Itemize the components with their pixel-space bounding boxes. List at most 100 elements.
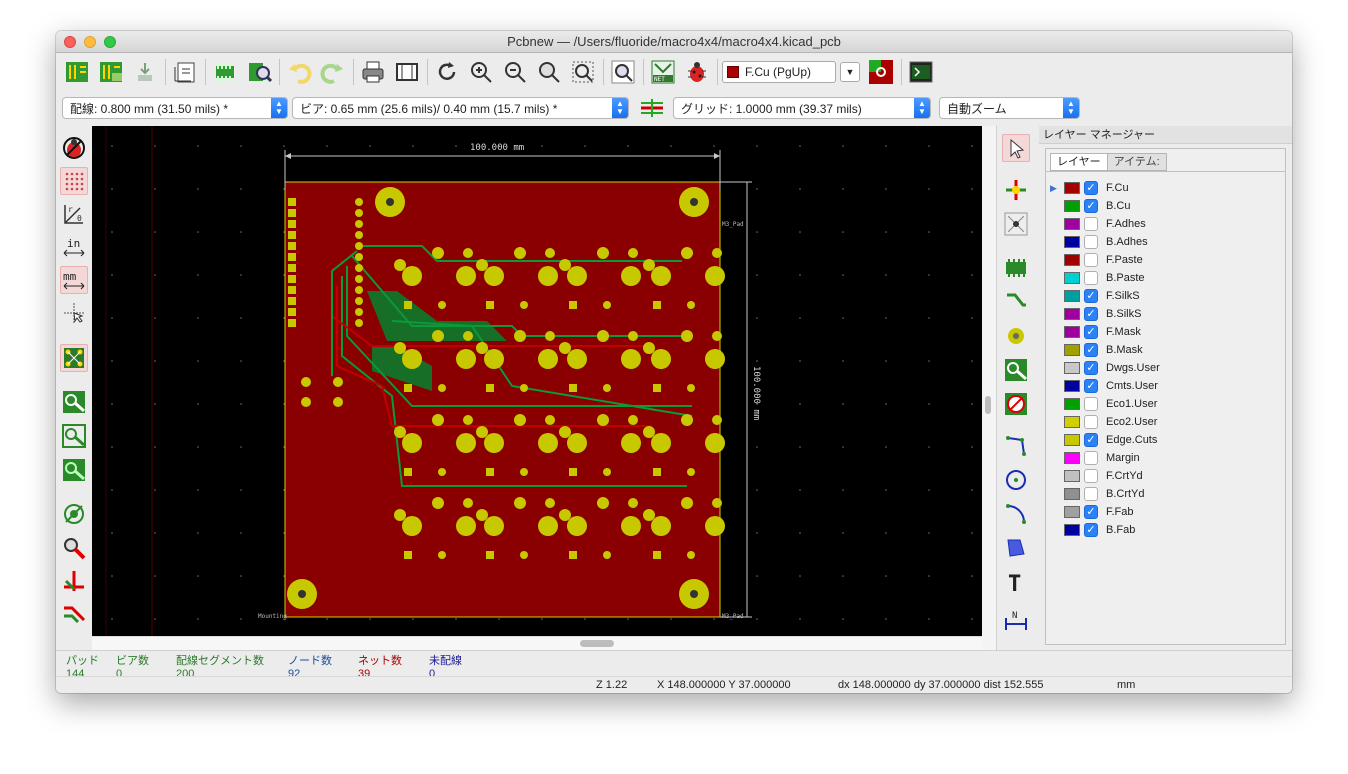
layer-row[interactable]: ✓ Dwgs.User bbox=[1050, 359, 1280, 377]
auto-track-width-icon[interactable] bbox=[637, 93, 667, 123]
find-icon[interactable] bbox=[608, 57, 638, 87]
layer-visibility-checkbox[interactable]: ✓ bbox=[1084, 505, 1098, 519]
zoom-fit-icon[interactable] bbox=[534, 57, 564, 87]
layer-visibility-checkbox[interactable] bbox=[1084, 451, 1098, 465]
select-tool-icon[interactable] bbox=[1002, 134, 1030, 162]
layer-row[interactable]: F.Paste bbox=[1050, 251, 1280, 269]
track-width-select[interactable]: 配線: 0.800 mm (31.50 mils) * ▲ ▼ bbox=[62, 97, 288, 119]
chevron-down-icon[interactable]: ▼ bbox=[840, 62, 860, 82]
active-layer-select[interactable]: F.Cu (PgUp) bbox=[722, 61, 836, 83]
zoom-select[interactable]: 自動ズーム ▲ ▼ bbox=[939, 97, 1080, 119]
layer-visibility-checkbox[interactable]: ✓ bbox=[1084, 379, 1098, 393]
add-dimension-icon[interactable]: N bbox=[1002, 606, 1030, 634]
layer-row[interactable]: ✓ B.Fab bbox=[1050, 521, 1280, 539]
layer-color-swatch[interactable] bbox=[1064, 524, 1080, 536]
add-text-icon[interactable]: T bbox=[1002, 568, 1030, 596]
add-zone-icon[interactable] bbox=[1002, 356, 1030, 384]
horizontal-scroll-thumb[interactable] bbox=[580, 640, 614, 647]
layer-color-swatch[interactable] bbox=[1064, 470, 1080, 482]
layer-visibility-checkbox[interactable]: ✓ bbox=[1084, 343, 1098, 357]
layer-pair-icon[interactable] bbox=[866, 57, 896, 87]
layer-color-swatch[interactable] bbox=[1064, 182, 1080, 194]
scripting-console-icon[interactable] bbox=[906, 57, 936, 87]
plot-icon[interactable] bbox=[392, 57, 422, 87]
layer-row[interactable]: ✓ F.SilkS bbox=[1050, 287, 1280, 305]
layer-color-swatch[interactable] bbox=[1064, 308, 1080, 320]
layer-row[interactable]: ✓ B.Mask bbox=[1050, 341, 1280, 359]
mm-units-icon[interactable]: mm bbox=[60, 266, 88, 294]
pcb-canvas[interactable]: 100.000 mm 100.000 mm M3_Pad M3_Pad Moun… bbox=[92, 126, 982, 636]
netlist-icon[interactable]: NET bbox=[648, 57, 678, 87]
layer-row[interactable]: B.CrtYd bbox=[1050, 485, 1280, 503]
vertical-scrollbar[interactable] bbox=[982, 126, 996, 650]
layer-row[interactable]: ✓ F.Fab bbox=[1050, 503, 1280, 521]
layer-color-swatch[interactable] bbox=[1064, 434, 1080, 446]
layer-color-swatch[interactable] bbox=[1064, 452, 1080, 464]
layer-visibility-checkbox[interactable]: ✓ bbox=[1084, 307, 1098, 321]
layer-visibility-checkbox[interactable]: ✓ bbox=[1084, 289, 1098, 303]
layer-row[interactable]: ✓ B.Cu bbox=[1050, 197, 1280, 215]
cursor-shape-icon[interactable] bbox=[60, 299, 88, 327]
add-polygon-icon[interactable] bbox=[1002, 534, 1030, 562]
tab-items[interactable]: アイテム: bbox=[1106, 153, 1167, 171]
ratsnest-icon[interactable] bbox=[60, 344, 88, 372]
layer-color-swatch[interactable] bbox=[1064, 254, 1080, 266]
undo-icon[interactable] bbox=[284, 57, 314, 87]
layer-visibility-checkbox[interactable] bbox=[1084, 469, 1098, 483]
layer-color-swatch[interactable] bbox=[1064, 506, 1080, 518]
zoom-in-icon[interactable] bbox=[466, 57, 496, 87]
maximize-window-button[interactable] bbox=[104, 36, 116, 48]
pad-sketch-icon[interactable] bbox=[60, 500, 88, 528]
layer-visibility-checkbox[interactable]: ✓ bbox=[1084, 181, 1098, 195]
layer-visibility-checkbox[interactable]: ✓ bbox=[1084, 433, 1098, 447]
page-settings-icon[interactable] bbox=[170, 57, 200, 87]
close-window-button[interactable] bbox=[64, 36, 76, 48]
layer-visibility-checkbox[interactable] bbox=[1084, 217, 1098, 231]
layer-color-swatch[interactable] bbox=[1064, 236, 1080, 248]
layer-row[interactable]: ✓ Cmts.User bbox=[1050, 377, 1280, 395]
layer-row[interactable]: F.Adhes bbox=[1050, 215, 1280, 233]
new-board-icon[interactable] bbox=[62, 57, 92, 87]
vertical-scroll-thumb[interactable] bbox=[985, 396, 991, 414]
add-footprint-icon[interactable] bbox=[1002, 254, 1030, 282]
layer-color-swatch[interactable] bbox=[1064, 398, 1080, 410]
redraw-icon[interactable] bbox=[432, 57, 462, 87]
drc-off-icon[interactable] bbox=[60, 134, 88, 162]
layer-row[interactable]: ✓ B.SilkS bbox=[1050, 305, 1280, 323]
layer-row[interactable]: ✓ F.Mask bbox=[1050, 323, 1280, 341]
layer-visibility-checkbox[interactable] bbox=[1084, 253, 1098, 267]
grid-select[interactable]: グリッド: 1.0000 mm (39.37 mils) ▲ ▼ bbox=[673, 97, 931, 119]
drc-icon[interactable] bbox=[682, 57, 712, 87]
layer-visibility-checkbox[interactable]: ✓ bbox=[1084, 199, 1098, 213]
zoom-out-icon[interactable] bbox=[500, 57, 530, 87]
zone-outline-icon[interactable] bbox=[60, 422, 88, 450]
add-line-icon[interactable] bbox=[1002, 432, 1030, 460]
layer-color-swatch[interactable] bbox=[1064, 416, 1080, 428]
local-ratsnest-icon[interactable] bbox=[1002, 210, 1030, 238]
layer-row[interactable]: ▶ ✓ F.Cu bbox=[1050, 179, 1280, 197]
route-track-icon[interactable] bbox=[1002, 288, 1030, 316]
track-sketch-icon[interactable] bbox=[60, 567, 88, 595]
layer-visibility-checkbox[interactable] bbox=[1084, 235, 1098, 249]
layer-color-swatch[interactable] bbox=[1064, 326, 1080, 338]
add-via-icon[interactable] bbox=[1002, 322, 1030, 350]
add-circle-icon[interactable] bbox=[1002, 466, 1030, 494]
polar-coords-icon[interactable]: rθ bbox=[60, 200, 88, 228]
zoom-selection-icon[interactable] bbox=[568, 57, 598, 87]
layer-visibility-checkbox[interactable] bbox=[1084, 415, 1098, 429]
footprint-viewer-icon[interactable] bbox=[244, 57, 274, 87]
highlight-net-icon[interactable] bbox=[1002, 176, 1030, 204]
print-icon[interactable] bbox=[358, 57, 388, 87]
layer-color-swatch[interactable] bbox=[1064, 272, 1080, 284]
layer-color-swatch[interactable] bbox=[1064, 290, 1080, 302]
add-arc-icon[interactable] bbox=[1002, 500, 1030, 528]
layer-row[interactable]: Eco2.User bbox=[1050, 413, 1280, 431]
zone-fill-icon[interactable] bbox=[60, 388, 88, 416]
footprint-editor-icon[interactable] bbox=[210, 57, 240, 87]
layer-visibility-checkbox[interactable] bbox=[1084, 487, 1098, 501]
layer-color-swatch[interactable] bbox=[1064, 200, 1080, 212]
open-board-icon[interactable] bbox=[96, 57, 126, 87]
layer-row[interactable]: ✓ Edge.Cuts bbox=[1050, 431, 1280, 449]
layer-row[interactable]: B.Paste bbox=[1050, 269, 1280, 287]
horizontal-scrollbar[interactable] bbox=[92, 636, 982, 650]
